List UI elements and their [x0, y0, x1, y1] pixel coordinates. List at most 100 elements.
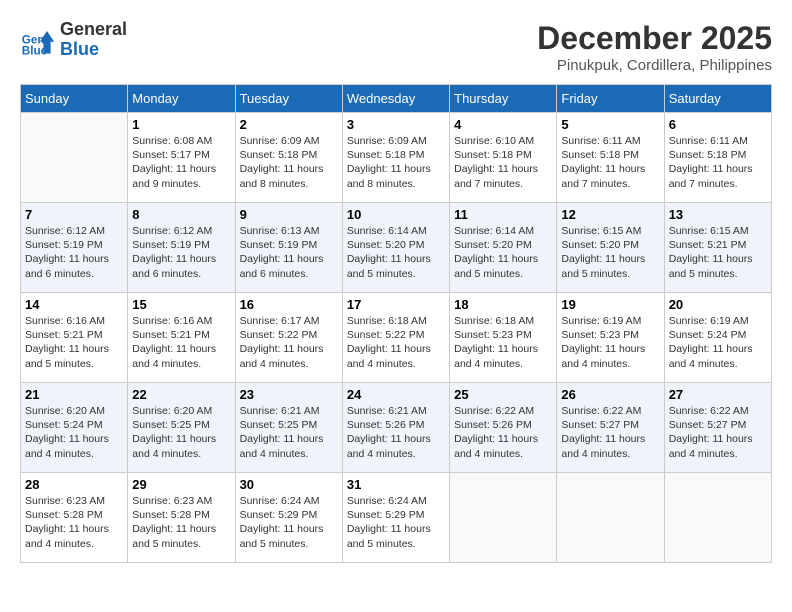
weekday-header-saturday: Saturday: [664, 85, 771, 113]
calendar-week-row: 7 Sunrise: 6:12 AMSunset: 5:19 PMDaylight…: [21, 203, 772, 293]
calendar-cell: 26 Sunrise: 6:22 AMSunset: 5:27 PMDayligh…: [557, 383, 664, 473]
day-info: Sunrise: 6:12 AMSunset: 5:19 PMDaylight:…: [132, 224, 230, 281]
calendar-cell: 15 Sunrise: 6:16 AMSunset: 5:21 PMDayligh…: [128, 293, 235, 383]
day-info: Sunrise: 6:16 AMSunset: 5:21 PMDaylight:…: [132, 314, 230, 371]
day-info: Sunrise: 6:21 AMSunset: 5:25 PMDaylight:…: [240, 404, 338, 461]
day-number: 22: [132, 387, 230, 402]
day-info: Sunrise: 6:14 AMSunset: 5:20 PMDaylight:…: [347, 224, 445, 281]
day-info: Sunrise: 6:20 AMSunset: 5:24 PMDaylight:…: [25, 404, 123, 461]
calendar-cell: 19 Sunrise: 6:19 AMSunset: 5:23 PMDayligh…: [557, 293, 664, 383]
calendar-week-row: 21 Sunrise: 6:20 AMSunset: 5:24 PMDayligh…: [21, 383, 772, 473]
day-number: 23: [240, 387, 338, 402]
day-info: Sunrise: 6:09 AMSunset: 5:18 PMDaylight:…: [240, 134, 338, 191]
day-info: Sunrise: 6:14 AMSunset: 5:20 PMDaylight:…: [454, 224, 552, 281]
weekday-header-row: SundayMondayTuesdayWednesdayThursdayFrid…: [21, 85, 772, 113]
day-number: 10: [347, 207, 445, 222]
calendar-cell: 5 Sunrise: 6:11 AMSunset: 5:18 PMDaylight…: [557, 113, 664, 203]
day-info: Sunrise: 6:11 AMSunset: 5:18 PMDaylight:…: [561, 134, 659, 191]
calendar-cell: 16 Sunrise: 6:17 AMSunset: 5:22 PMDayligh…: [235, 293, 342, 383]
calendar-week-row: 14 Sunrise: 6:16 AMSunset: 5:21 PMDayligh…: [21, 293, 772, 383]
day-number: 14: [25, 297, 123, 312]
day-number: 7: [25, 207, 123, 222]
day-info: Sunrise: 6:15 AMSunset: 5:21 PMDaylight:…: [669, 224, 767, 281]
day-info: Sunrise: 6:15 AMSunset: 5:20 PMDaylight:…: [561, 224, 659, 281]
day-info: Sunrise: 6:22 AMSunset: 5:27 PMDaylight:…: [561, 404, 659, 461]
calendar-cell: 22 Sunrise: 6:20 AMSunset: 5:25 PMDayligh…: [128, 383, 235, 473]
weekday-header-monday: Monday: [128, 85, 235, 113]
day-number: 25: [454, 387, 552, 402]
day-number: 15: [132, 297, 230, 312]
calendar-cell: 30 Sunrise: 6:24 AMSunset: 5:29 PMDayligh…: [235, 473, 342, 563]
day-number: 6: [669, 117, 767, 132]
calendar-cell: 25Sunrise: 6:22 AMSunset: 5:26 PMDayligh…: [450, 383, 557, 473]
logo-icon: Gen Blue: [20, 22, 56, 58]
day-info: Sunrise: 6:19 AMSunset: 5:24 PMDaylight:…: [669, 314, 767, 371]
month-title: December 2025: [537, 20, 772, 57]
calendar-cell: 21 Sunrise: 6:20 AMSunset: 5:24 PMDayligh…: [21, 383, 128, 473]
day-number: 16: [240, 297, 338, 312]
weekday-header-thursday: Thursday: [450, 85, 557, 113]
weekday-header-friday: Friday: [557, 85, 664, 113]
calendar-cell: 2 Sunrise: 6:09 AMSunset: 5:18 PMDaylight…: [235, 113, 342, 203]
title-block: December 2025 Pinukpuk, Cordillera, Phil…: [537, 20, 772, 74]
calendar-cell: 4Sunrise: 6:10 AMSunset: 5:18 PMDaylight…: [450, 113, 557, 203]
calendar-cell: 10 Sunrise: 6:14 AMSunset: 5:20 PMDayligh…: [342, 203, 449, 293]
calendar-cell: 17 Sunrise: 6:18 AMSunset: 5:22 PMDayligh…: [342, 293, 449, 383]
day-number: 31: [347, 477, 445, 492]
day-number: 12: [561, 207, 659, 222]
day-number: 26: [561, 387, 659, 402]
calendar-cell: 8 Sunrise: 6:12 AMSunset: 5:19 PMDaylight…: [128, 203, 235, 293]
calendar-cell: 20 Sunrise: 6:19 AMSunset: 5:24 PMDayligh…: [664, 293, 771, 383]
day-number: 27: [669, 387, 767, 402]
calendar-cell: 28 Sunrise: 6:23 AMSunset: 5:28 PMDayligh…: [21, 473, 128, 563]
calendar-cell: 12 Sunrise: 6:15 AMSunset: 5:20 PMDayligh…: [557, 203, 664, 293]
calendar-week-row: 28 Sunrise: 6:23 AMSunset: 5:28 PMDayligh…: [21, 473, 772, 563]
day-info: Sunrise: 6:23 AMSunset: 5:28 PMDaylight:…: [25, 494, 123, 551]
logo: Gen Blue General Blue: [20, 20, 127, 60]
day-info: Sunrise: 6:22 AMSunset: 5:27 PMDaylight:…: [669, 404, 767, 461]
day-number: 20: [669, 297, 767, 312]
calendar-cell: 23 Sunrise: 6:21 AMSunset: 5:25 PMDayligh…: [235, 383, 342, 473]
calendar-cell: [664, 473, 771, 563]
day-info: Sunrise: 6:11 AMSunset: 5:18 PMDaylight:…: [669, 134, 767, 191]
day-number: 4: [454, 117, 552, 132]
calendar-cell: 29 Sunrise: 6:23 AMSunset: 5:28 PMDayligh…: [128, 473, 235, 563]
day-info: Sunrise: 6:09 AMSunset: 5:18 PMDaylight:…: [347, 134, 445, 191]
day-number: 19: [561, 297, 659, 312]
day-info: Sunrise: 6:24 AMSunset: 5:29 PMDaylight:…: [240, 494, 338, 551]
day-number: 5: [561, 117, 659, 132]
day-info: Sunrise: 6:23 AMSunset: 5:28 PMDaylight:…: [132, 494, 230, 551]
day-number: 2: [240, 117, 338, 132]
day-number: 1: [132, 117, 230, 132]
day-number: 30: [240, 477, 338, 492]
day-info: Sunrise: 6:18 AMSunset: 5:22 PMDaylight:…: [347, 314, 445, 371]
day-number: 13: [669, 207, 767, 222]
calendar-cell: [450, 473, 557, 563]
day-info: Sunrise: 6:17 AMSunset: 5:22 PMDaylight:…: [240, 314, 338, 371]
day-info: Sunrise: 6:12 AMSunset: 5:19 PMDaylight:…: [25, 224, 123, 281]
calendar-cell: 13 Sunrise: 6:15 AMSunset: 5:21 PMDayligh…: [664, 203, 771, 293]
calendar-cell: [557, 473, 664, 563]
day-info: Sunrise: 6:24 AMSunset: 5:29 PMDaylight:…: [347, 494, 445, 551]
day-number: 21: [25, 387, 123, 402]
calendar-cell: 3 Sunrise: 6:09 AMSunset: 5:18 PMDaylight…: [342, 113, 449, 203]
day-info: Sunrise: 6:08 AMSunset: 5:17 PMDaylight:…: [132, 134, 230, 191]
calendar-week-row: 1 Sunrise: 6:08 AMSunset: 5:17 PMDaylight…: [21, 113, 772, 203]
day-number: 28: [25, 477, 123, 492]
day-info: Sunrise: 6:18 AMSunset: 5:23 PMDaylight:…: [454, 314, 552, 371]
calendar-cell: [21, 113, 128, 203]
day-info: Sunrise: 6:21 AMSunset: 5:26 PMDaylight:…: [347, 404, 445, 461]
logo-text: General Blue: [60, 20, 127, 60]
day-info: Sunrise: 6:13 AMSunset: 5:19 PMDaylight:…: [240, 224, 338, 281]
calendar-cell: 24Sunrise: 6:21 AMSunset: 5:26 PMDayligh…: [342, 383, 449, 473]
calendar: SundayMondayTuesdayWednesdayThursdayFrid…: [20, 84, 772, 563]
calendar-cell: 1 Sunrise: 6:08 AMSunset: 5:17 PMDaylight…: [128, 113, 235, 203]
day-info: Sunrise: 6:19 AMSunset: 5:23 PMDaylight:…: [561, 314, 659, 371]
weekday-header-sunday: Sunday: [21, 85, 128, 113]
weekday-header-wednesday: Wednesday: [342, 85, 449, 113]
day-info: Sunrise: 6:20 AMSunset: 5:25 PMDaylight:…: [132, 404, 230, 461]
day-number: 17: [347, 297, 445, 312]
day-number: 29: [132, 477, 230, 492]
day-number: 3: [347, 117, 445, 132]
day-number: 8: [132, 207, 230, 222]
